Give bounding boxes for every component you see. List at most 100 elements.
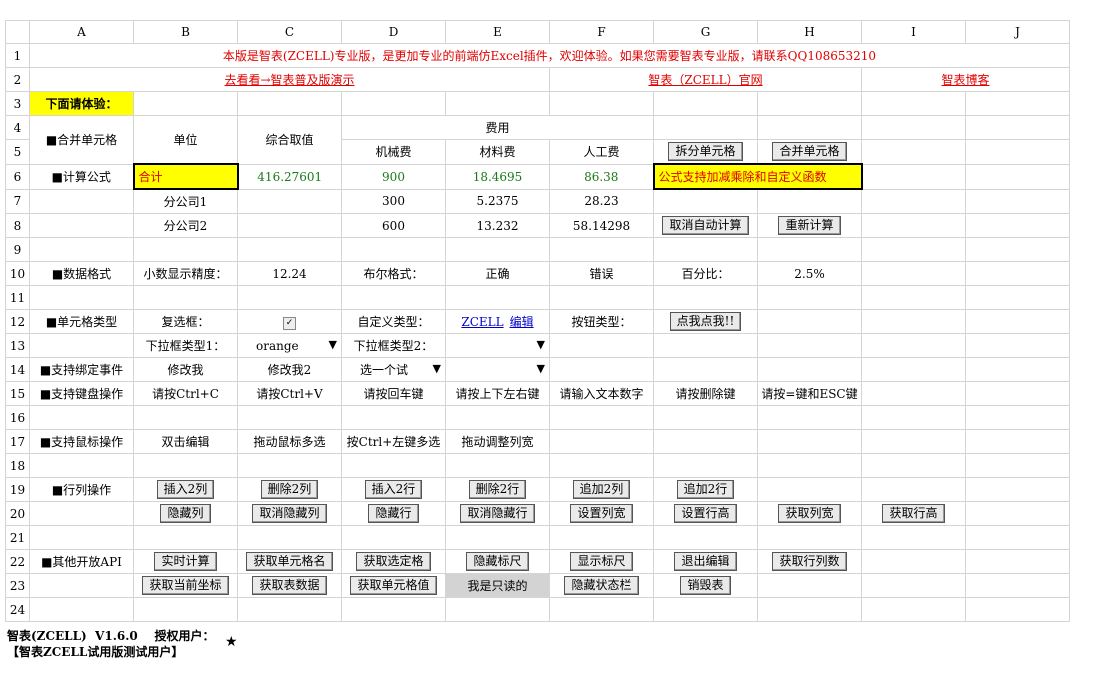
cell[interactable] — [133, 597, 238, 622]
cell[interactable] — [965, 357, 1070, 382]
cell[interactable] — [341, 525, 446, 550]
cell[interactable] — [653, 453, 758, 478]
cell[interactable] — [133, 237, 238, 262]
row-header[interactable]: 11 — [5, 285, 30, 310]
cell[interactable] — [341, 453, 446, 478]
cell[interactable] — [861, 163, 966, 190]
website-link[interactable]: 智表（ZCELL）官网 — [648, 73, 762, 87]
get-column-width-button[interactable]: 获取列宽 — [778, 504, 841, 523]
machine-cell[interactable]: 300 — [341, 188, 446, 214]
unhide-row-button[interactable]: 取消隐藏行 — [460, 504, 535, 523]
row-header[interactable]: 9 — [5, 237, 30, 262]
blog-link[interactable]: 智表博客 — [941, 73, 989, 87]
composite-header-cell[interactable]: 综合取值 — [237, 115, 342, 165]
row-header[interactable]: 3 — [5, 91, 30, 116]
get-row-height-button[interactable]: 获取行高 — [882, 504, 945, 523]
key-hint-cell[interactable]: 请按Ctrl+C — [133, 381, 238, 406]
cell[interactable]: 设置行高 — [653, 501, 758, 526]
cell[interactable] — [965, 261, 1070, 286]
cell[interactable] — [237, 453, 342, 478]
total-cell[interactable]: 合计 — [132, 163, 239, 190]
link-cell[interactable]: 智表（ZCELL）官网 — [549, 67, 862, 92]
cell[interactable] — [445, 285, 550, 310]
set-column-width-button[interactable]: 设置列宽 — [570, 504, 633, 523]
mouse-label-cell[interactable]: ■支持鼠标操作 — [29, 429, 134, 454]
mouse-hint-cell[interactable]: 拖动调整列宽 — [445, 429, 550, 454]
cell[interactable]: 获取列宽 — [757, 501, 862, 526]
cell[interactable] — [237, 91, 342, 116]
cell[interactable] — [965, 139, 1070, 165]
cell[interactable] — [757, 237, 862, 262]
cell[interactable] — [237, 405, 342, 430]
cell[interactable] — [445, 453, 550, 478]
cell[interactable]: 设置列宽 — [549, 501, 654, 526]
hide-statusbar-button[interactable]: 隐藏状态栏 — [564, 576, 639, 595]
cell[interactable] — [965, 477, 1070, 502]
bool-label-cell[interactable]: 布尔格式： — [341, 261, 446, 286]
append-2-columns-button[interactable]: 追加2列 — [572, 480, 631, 499]
cell[interactable] — [29, 525, 134, 550]
material-cell[interactable]: 13.232 — [445, 213, 550, 238]
cell[interactable]: 点我点我!! — [653, 309, 758, 334]
cell[interactable] — [861, 309, 966, 334]
cell[interactable]: 获取行列数 — [757, 549, 862, 574]
column-header[interactable]: B — [133, 20, 238, 44]
cell[interactable]: 插入2列 — [133, 477, 238, 502]
dropdown2-select[interactable]: ▼ — [445, 333, 550, 358]
cell[interactable] — [237, 237, 342, 262]
mouse-hint-cell[interactable]: 双击编辑 — [133, 429, 238, 454]
material-total-cell[interactable]: 18.4695 — [445, 163, 550, 190]
column-header[interactable]: H — [757, 20, 862, 44]
row-header[interactable]: 14 — [5, 357, 30, 382]
unit-cell[interactable]: 分公司1 — [133, 188, 238, 214]
cell[interactable]: 隐藏行 — [341, 501, 446, 526]
cancel-auto-calc-button[interactable]: 取消自动计算 — [662, 216, 749, 235]
cell[interactable] — [549, 357, 654, 382]
cell[interactable] — [757, 333, 862, 358]
cell[interactable]: 获取行高 — [861, 501, 966, 526]
cell[interactable]: 获取选定格 — [341, 549, 446, 574]
cell[interactable]: 销毁表 — [653, 573, 758, 598]
cell[interactable] — [757, 188, 862, 214]
formula-note-cell[interactable]: 公式支持加减乘除和自定义函数 — [652, 163, 863, 190]
key-hint-cell[interactable]: 请输入文本数字 — [549, 381, 654, 406]
cell[interactable] — [549, 525, 654, 550]
cell[interactable]: 获取单元格名 — [237, 549, 342, 574]
cell[interactable] — [29, 213, 134, 238]
cell[interactable] — [861, 549, 966, 574]
set-row-height-button[interactable]: 设置行高 — [674, 504, 737, 523]
row-header[interactable]: 10 — [5, 261, 30, 286]
cell[interactable] — [29, 453, 134, 478]
data-format-label-cell[interactable]: ■数据格式 — [29, 261, 134, 286]
custom-type-label-cell[interactable]: 自定义类型： — [341, 309, 446, 334]
cell[interactable] — [29, 405, 134, 430]
cell[interactable] — [653, 285, 758, 310]
fee-header-cell[interactable]: 费用 — [341, 115, 654, 140]
cell[interactable] — [29, 188, 134, 214]
cell[interactable] — [861, 285, 966, 310]
cell[interactable]: 隐藏标尺 — [445, 549, 550, 574]
cell[interactable] — [341, 91, 446, 116]
cell[interactable] — [965, 381, 1070, 406]
cell[interactable]: 实时计算 — [133, 549, 238, 574]
cell[interactable] — [445, 525, 550, 550]
button-type-label-cell[interactable]: 按钮类型： — [549, 309, 654, 334]
cell[interactable] — [237, 597, 342, 622]
cell[interactable] — [861, 357, 966, 382]
material-cell[interactable]: 5.2375 — [445, 188, 550, 214]
row-header[interactable]: 13 — [5, 333, 30, 358]
cell[interactable] — [861, 213, 966, 238]
cell[interactable]: 合并单元格 — [757, 139, 862, 165]
row-header[interactable]: 18 — [5, 453, 30, 478]
cell[interactable] — [133, 453, 238, 478]
get-cell-name-button[interactable]: 获取单元格名 — [246, 552, 333, 571]
row-header[interactable]: 23 — [5, 573, 30, 598]
column-header[interactable]: D — [341, 20, 446, 44]
destroy-table-button[interactable]: 销毁表 — [680, 576, 731, 595]
cell[interactable] — [861, 91, 966, 116]
key-hint-cell[interactable]: 请按=键和ESC键 — [757, 381, 862, 406]
mouse-hint-cell[interactable]: 拖动鼠标多选 — [237, 429, 342, 454]
cell[interactable] — [653, 188, 758, 214]
cell[interactable]: 取消隐藏列 — [237, 501, 342, 526]
cell[interactable] — [445, 91, 550, 116]
